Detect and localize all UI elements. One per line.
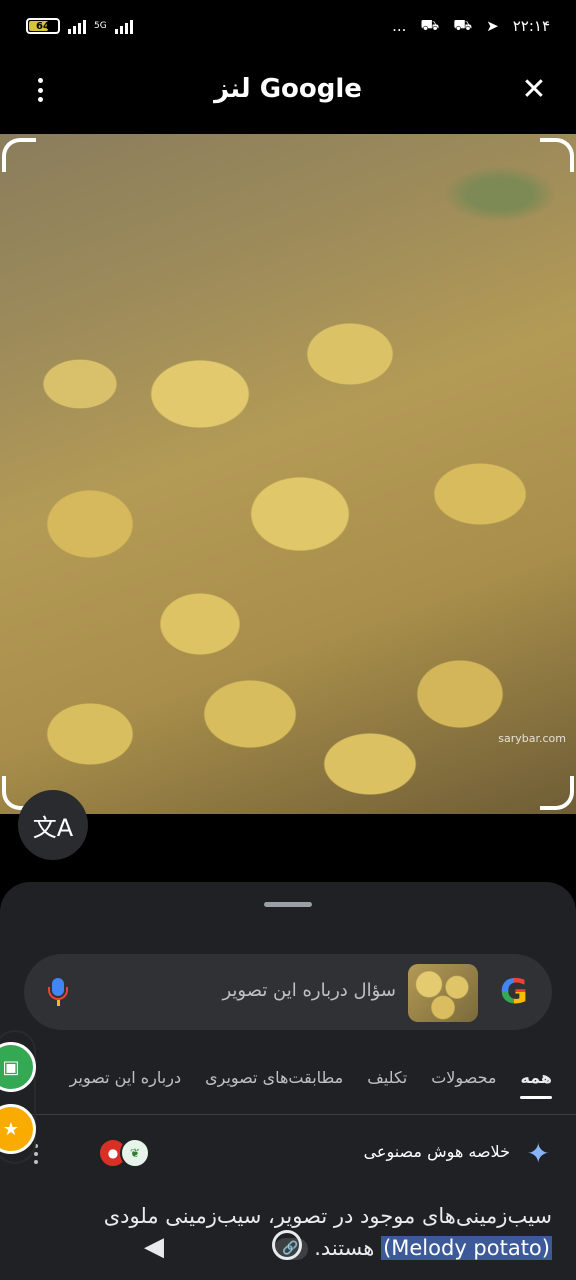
signal-icon [68,18,86,34]
image-watermark: sarybar.com [498,732,566,745]
tabs-divider [0,1114,576,1115]
clock: ۲۲:۱۴ [512,17,550,35]
source-icons[interactable]: ● ❦ [98,1138,150,1168]
translate-icon: 文A [32,813,74,842]
tab-homework[interactable]: تکلیف [367,1060,407,1101]
results-sheet: سؤال درباره این تصویر G همه محصولات تکلی… [0,882,576,1280]
more-status-icon: ... [392,17,407,35]
sheet-drag-handle[interactable] [264,902,312,907]
sparkle-icon: ✦ [526,1137,550,1170]
ai-overview-header: ✦ خلاصه هوش مصنوعی ● ❦ [0,1136,576,1172]
tab-all[interactable]: همه [520,1060,552,1101]
tab-about-image[interactable]: درباره این تصویر [70,1060,181,1101]
tab-products[interactable]: محصولات [431,1060,496,1101]
tab-visual-matches[interactable]: مطابقت‌های تصویری [205,1060,343,1101]
search-bar[interactable]: سؤال درباره این تصویر G [24,954,552,1030]
search-image[interactable] [0,134,576,814]
result-tabs: همه محصولات تکلیف مطابقت‌های تصویری دربا… [0,1060,576,1114]
translate-button[interactable]: 文A [18,790,88,860]
home-icon[interactable] [272,1230,302,1260]
source-icon-2[interactable]: ❦ [120,1138,150,1168]
crop-handle-top-left[interactable] [2,138,36,172]
network-type: 5G [94,20,107,31]
page-title: لنز Google [214,74,362,104]
back-icon[interactable]: ◀ [144,1232,164,1262]
car-icon: ⛟ [420,16,440,34]
battery-icon: 64 [26,18,60,34]
status-bar: 64 5G ... ⛟ ⛟ ➤ ۲۲:۱۴ [0,0,576,52]
lens-header: لنز Google ✕ [0,60,576,120]
answer-prefix: سیب‌زمینی‌های موجود در تصویر، سیب‌زمینی … [103,1204,552,1228]
search-input[interactable]: سؤال درباره این تصویر [222,980,396,1001]
mic-icon[interactable] [48,978,68,1008]
ai-overview-label: خلاصه هوش مصنوعی [363,1142,510,1161]
battery-level: 64 [36,20,50,32]
close-icon[interactable]: ✕ [518,74,550,106]
system-nav-bar: ◀ [0,1226,576,1280]
signal-icon-2 [114,18,133,34]
image-thumbnail[interactable] [408,964,478,1022]
telegram-icon: ➤ [486,17,499,35]
car-icon-2: ⛟ [453,16,473,34]
google-logo-icon: G [496,974,532,1010]
crop-handle-top-right[interactable] [540,138,574,172]
